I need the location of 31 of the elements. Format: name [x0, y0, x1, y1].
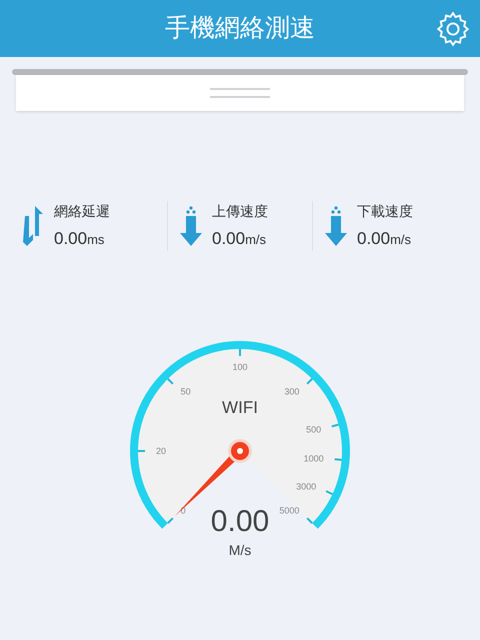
settings-icon[interactable] [434, 10, 472, 48]
tick-label: 300 [284, 386, 300, 397]
stat-label: 網絡延遲 [54, 202, 110, 221]
tick-label: 50 [180, 386, 191, 397]
tick-mark [138, 450, 145, 452]
tick-label: 3000 [296, 482, 316, 492]
tick-label: 1000 [304, 453, 324, 464]
stat-label: 下載速度 [357, 202, 413, 221]
stat-value: 0.00m/s [357, 228, 412, 250]
tick-mark [167, 378, 174, 385]
tick-label: 20 [156, 446, 166, 456]
tick-mark [306, 378, 313, 385]
stat-label: 上傳速度 [212, 202, 268, 221]
down-arrow-icon [180, 205, 202, 247]
tick-mark [334, 458, 342, 461]
tick-mark [306, 517, 313, 524]
speed-unit: M/s [228, 542, 252, 558]
up-down-arrows-icon [22, 206, 44, 246]
speed-value: 0.00 [210, 505, 270, 538]
tick-label: 500 [306, 424, 322, 434]
tick-label: 5000 [279, 505, 300, 516]
tick-mark [167, 517, 174, 524]
down-arrow-icon [325, 205, 347, 247]
stat-value: 0.00ms [54, 228, 106, 250]
tick-mark [239, 349, 241, 356]
tick-label: 100 [232, 362, 248, 372]
stat-value: 0.00m/s [212, 228, 268, 250]
network-type: WIFI [222, 398, 258, 417]
app-title: 手機網絡測速 [165, 12, 315, 44]
tick-mark [332, 424, 339, 428]
tick-mark [326, 490, 333, 496]
